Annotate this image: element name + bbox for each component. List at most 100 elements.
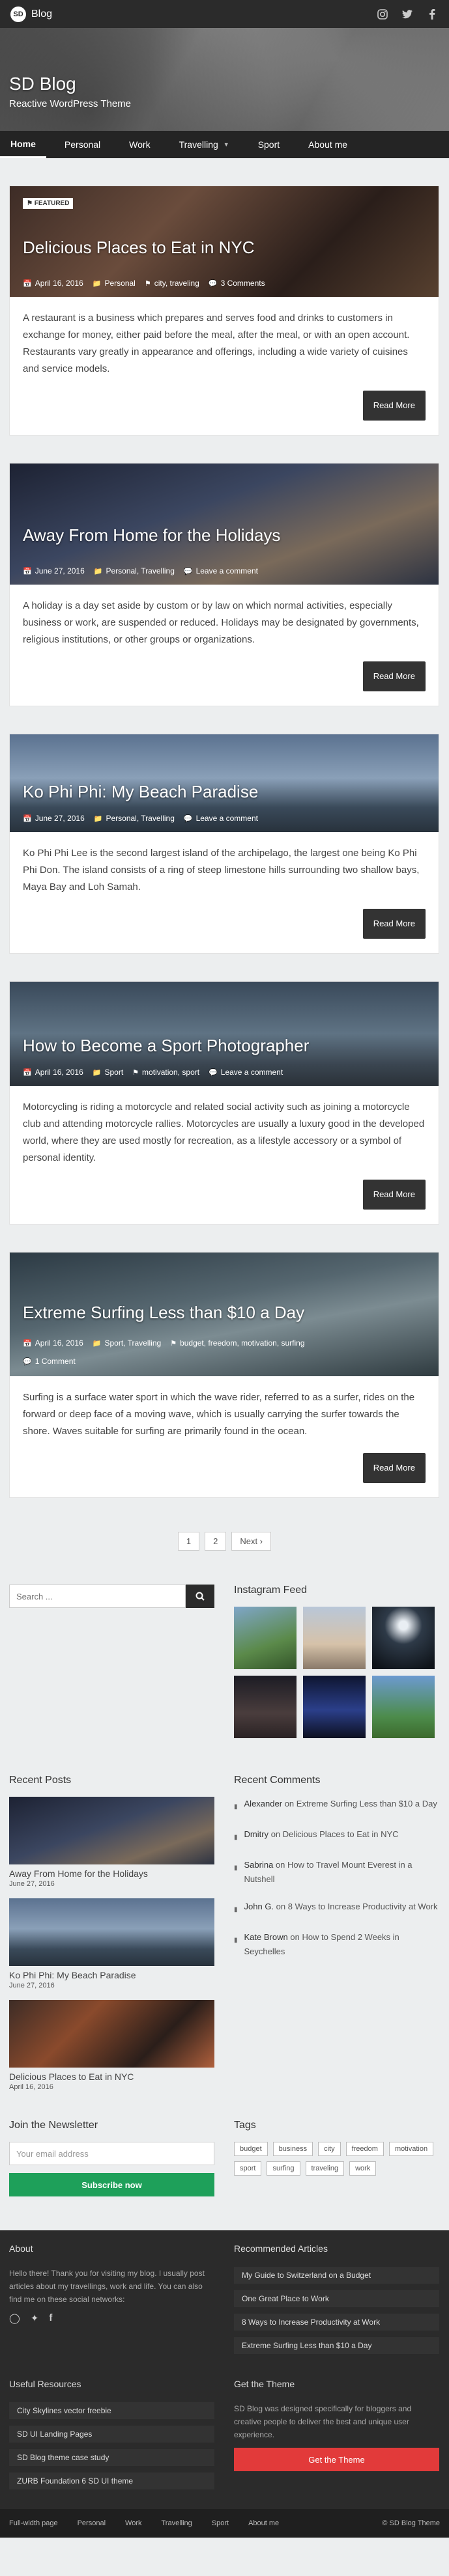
tag-link[interactable]: freedom bbox=[345, 2142, 384, 2156]
next-label: Next bbox=[240, 1536, 258, 1546]
tag-link[interactable]: motivation bbox=[388, 2142, 434, 2156]
tag-link[interactable]: work bbox=[349, 2161, 377, 2176]
instagram-icon[interactable]: ◯ bbox=[9, 2312, 20, 2324]
nav-item-personal[interactable]: Personal bbox=[54, 131, 111, 158]
site-logo[interactable]: SD Blog bbox=[10, 6, 53, 22]
footer-nav-item[interactable]: Sport bbox=[212, 2515, 229, 2531]
recent-post-image[interactable] bbox=[9, 1898, 214, 1966]
nav-item-travelling[interactable]: Travelling ▼ bbox=[169, 131, 240, 158]
calendar-icon: 📅 bbox=[23, 815, 32, 823]
recent-post-image[interactable] bbox=[9, 2000, 214, 2068]
top-bar: SD Blog bbox=[0, 0, 449, 28]
recent-post-image[interactable] bbox=[9, 1797, 214, 1864]
footer-nav-item[interactable]: Travelling bbox=[161, 2515, 192, 2531]
instagram-photo[interactable] bbox=[372, 1607, 435, 1669]
tag-link[interactable]: budget bbox=[234, 2142, 268, 2156]
resource-link[interactable]: City Skylines vector freebie bbox=[9, 2402, 214, 2419]
tag-link[interactable]: traveling bbox=[305, 2161, 345, 2176]
post-meta: 📅 April 16, 2016 📁 Personal ⚑ city, traveli… bbox=[23, 279, 427, 288]
page-1-link[interactable]: 1 bbox=[177, 1532, 200, 1551]
post-title[interactable]: How to Become a Sport Photographer bbox=[23, 1036, 309, 1056]
resource-link[interactable]: SD Blog theme case study bbox=[9, 2449, 214, 2466]
post-title[interactable]: Away From Home for the Holidays bbox=[23, 525, 280, 546]
recent-post-title[interactable]: Away From Home for the Holidays bbox=[9, 1868, 214, 1879]
post-categories[interactable]: Personal bbox=[104, 279, 135, 288]
post-tags[interactable]: motivation, sport bbox=[142, 1068, 199, 1077]
post-categories[interactable]: Sport bbox=[104, 1068, 123, 1077]
search-input[interactable] bbox=[9, 1585, 186, 1608]
post-comments[interactable]: Leave a comment bbox=[196, 814, 258, 823]
newsletter-title: Join the Newsletter bbox=[9, 2120, 98, 2131]
instagram-photo[interactable] bbox=[234, 1607, 297, 1669]
footer-bottom-bar: Full-width page Personal Work Travelling… bbox=[0, 2509, 449, 2538]
recommended-link[interactable]: 8 Ways to Increase Productivity at Work bbox=[234, 2314, 439, 2331]
nav-item-home[interactable]: Home bbox=[0, 131, 46, 158]
post-meta: 📅 June 27, 2016 📁 Personal, Travelling 💬 Le… bbox=[23, 566, 427, 575]
post-comments[interactable]: Leave a comment bbox=[196, 566, 258, 575]
twitter-icon[interactable] bbox=[401, 8, 414, 21]
footer-nav-item[interactable]: About me bbox=[248, 2515, 279, 2531]
resource-link[interactable]: ZURB Foundation 6 SD UI theme bbox=[9, 2472, 214, 2489]
email-field[interactable]: Your email address bbox=[9, 2142, 214, 2165]
comment-post-link[interactable]: 8 Ways to Increase Productivity at Work bbox=[288, 1902, 438, 1911]
nav-item-work[interactable]: Work bbox=[119, 131, 160, 158]
post-meta: 📅 June 27, 2016 📁 Personal, Travelling 💬 Le… bbox=[23, 814, 427, 823]
post-categories[interactable]: Sport, Travelling bbox=[104, 1338, 161, 1348]
newsletter-widget: Join the Newsletter Your email address S… bbox=[9, 2120, 214, 2196]
tag-link[interactable]: business bbox=[272, 2142, 313, 2156]
nav-item-sport[interactable]: Sport bbox=[248, 131, 290, 158]
folder-icon: 📁 bbox=[93, 815, 103, 823]
post-title[interactable]: Extreme Surfing Less than $10 a Day bbox=[23, 1303, 304, 1323]
post-tags[interactable]: city, traveling bbox=[154, 279, 199, 288]
recent-comments-title: Recent Comments bbox=[234, 1775, 321, 1786]
post-tags[interactable]: budget, freedom, motivation, surfing bbox=[180, 1338, 304, 1348]
read-more-button[interactable]: Read More bbox=[362, 661, 426, 691]
comment-icon: ▮ bbox=[234, 1937, 238, 1944]
read-more-button[interactable]: Read More bbox=[362, 909, 426, 939]
footer-nav-item[interactable]: Work bbox=[125, 2515, 141, 2531]
facebook-icon[interactable]: f bbox=[49, 2312, 52, 2324]
read-more-button[interactable]: Read More bbox=[362, 1180, 426, 1210]
recommended-link[interactable]: One Great Place to Work bbox=[234, 2290, 439, 2307]
page-2-link[interactable]: 2 bbox=[205, 1532, 227, 1551]
tag-link[interactable]: sport bbox=[234, 2161, 262, 2176]
logo-badge-icon: SD bbox=[10, 6, 26, 22]
nav-item-about[interactable]: About me bbox=[298, 131, 358, 158]
tag-link[interactable]: surfing bbox=[267, 2161, 300, 2176]
comment-post-link[interactable]: Extreme Surfing Less than $10 a Day bbox=[297, 1799, 437, 1808]
instagram-photo[interactable] bbox=[303, 1607, 366, 1669]
post-title[interactable]: Delicious Places to Eat in NYC bbox=[23, 238, 254, 258]
instagram-icon[interactable] bbox=[376, 8, 389, 21]
site-name: Blog bbox=[31, 8, 53, 20]
footer-nav-item[interactable]: Full-width page bbox=[9, 2515, 58, 2531]
post-comments[interactable]: 1 Comment bbox=[35, 1357, 76, 1366]
instagram-photo[interactable] bbox=[234, 1676, 297, 1738]
post-comments[interactable]: Leave a comment bbox=[221, 1068, 283, 1077]
search-button[interactable] bbox=[186, 1585, 214, 1608]
recommended-link[interactable]: My Guide to Switzerland on a Budget bbox=[234, 2267, 439, 2284]
read-more-button[interactable]: Read More bbox=[362, 391, 426, 421]
next-page-link[interactable]: Next › bbox=[231, 1532, 272, 1551]
post-categories[interactable]: Personal, Travelling bbox=[106, 566, 174, 575]
recent-post-title[interactable]: Ko Phi Phi: My Beach Paradise bbox=[9, 1970, 214, 1980]
post-comments[interactable]: 3 Comments bbox=[221, 279, 265, 288]
post-categories[interactable]: Personal, Travelling bbox=[106, 814, 174, 823]
search-widget bbox=[9, 1585, 214, 1738]
facebook-icon[interactable] bbox=[426, 8, 439, 21]
instagram-photo[interactable] bbox=[372, 1676, 435, 1738]
subscribe-button[interactable]: Subscribe now bbox=[9, 2173, 214, 2196]
resource-link[interactable]: SD UI Landing Pages bbox=[9, 2426, 214, 2443]
twitter-icon[interactable]: ✦ bbox=[31, 2312, 39, 2324]
comment-icon: 💬 bbox=[183, 815, 193, 823]
get-theme-button[interactable]: Get the Theme bbox=[234, 2448, 439, 2471]
tag-link[interactable]: city bbox=[318, 2142, 341, 2156]
recent-post-title[interactable]: Delicious Places to Eat in NYC bbox=[9, 2071, 214, 2082]
recommended-link[interactable]: Extreme Surfing Less than $10 a Day bbox=[234, 2337, 439, 2354]
instagram-photo[interactable] bbox=[303, 1676, 366, 1738]
comment-post-link[interactable]: Delicious Places to Eat in NYC bbox=[283, 1829, 399, 1839]
read-more-button[interactable]: Read More bbox=[362, 1453, 426, 1483]
footer-nav-item[interactable]: Personal bbox=[78, 2515, 106, 2531]
post-title[interactable]: Ko Phi Phi: My Beach Paradise bbox=[23, 782, 258, 802]
recent-comment: ▮ Alexander on Extreme Surfing Less than … bbox=[234, 1797, 439, 1814]
post-excerpt: A holiday is a day set aside by custom o… bbox=[23, 600, 419, 645]
